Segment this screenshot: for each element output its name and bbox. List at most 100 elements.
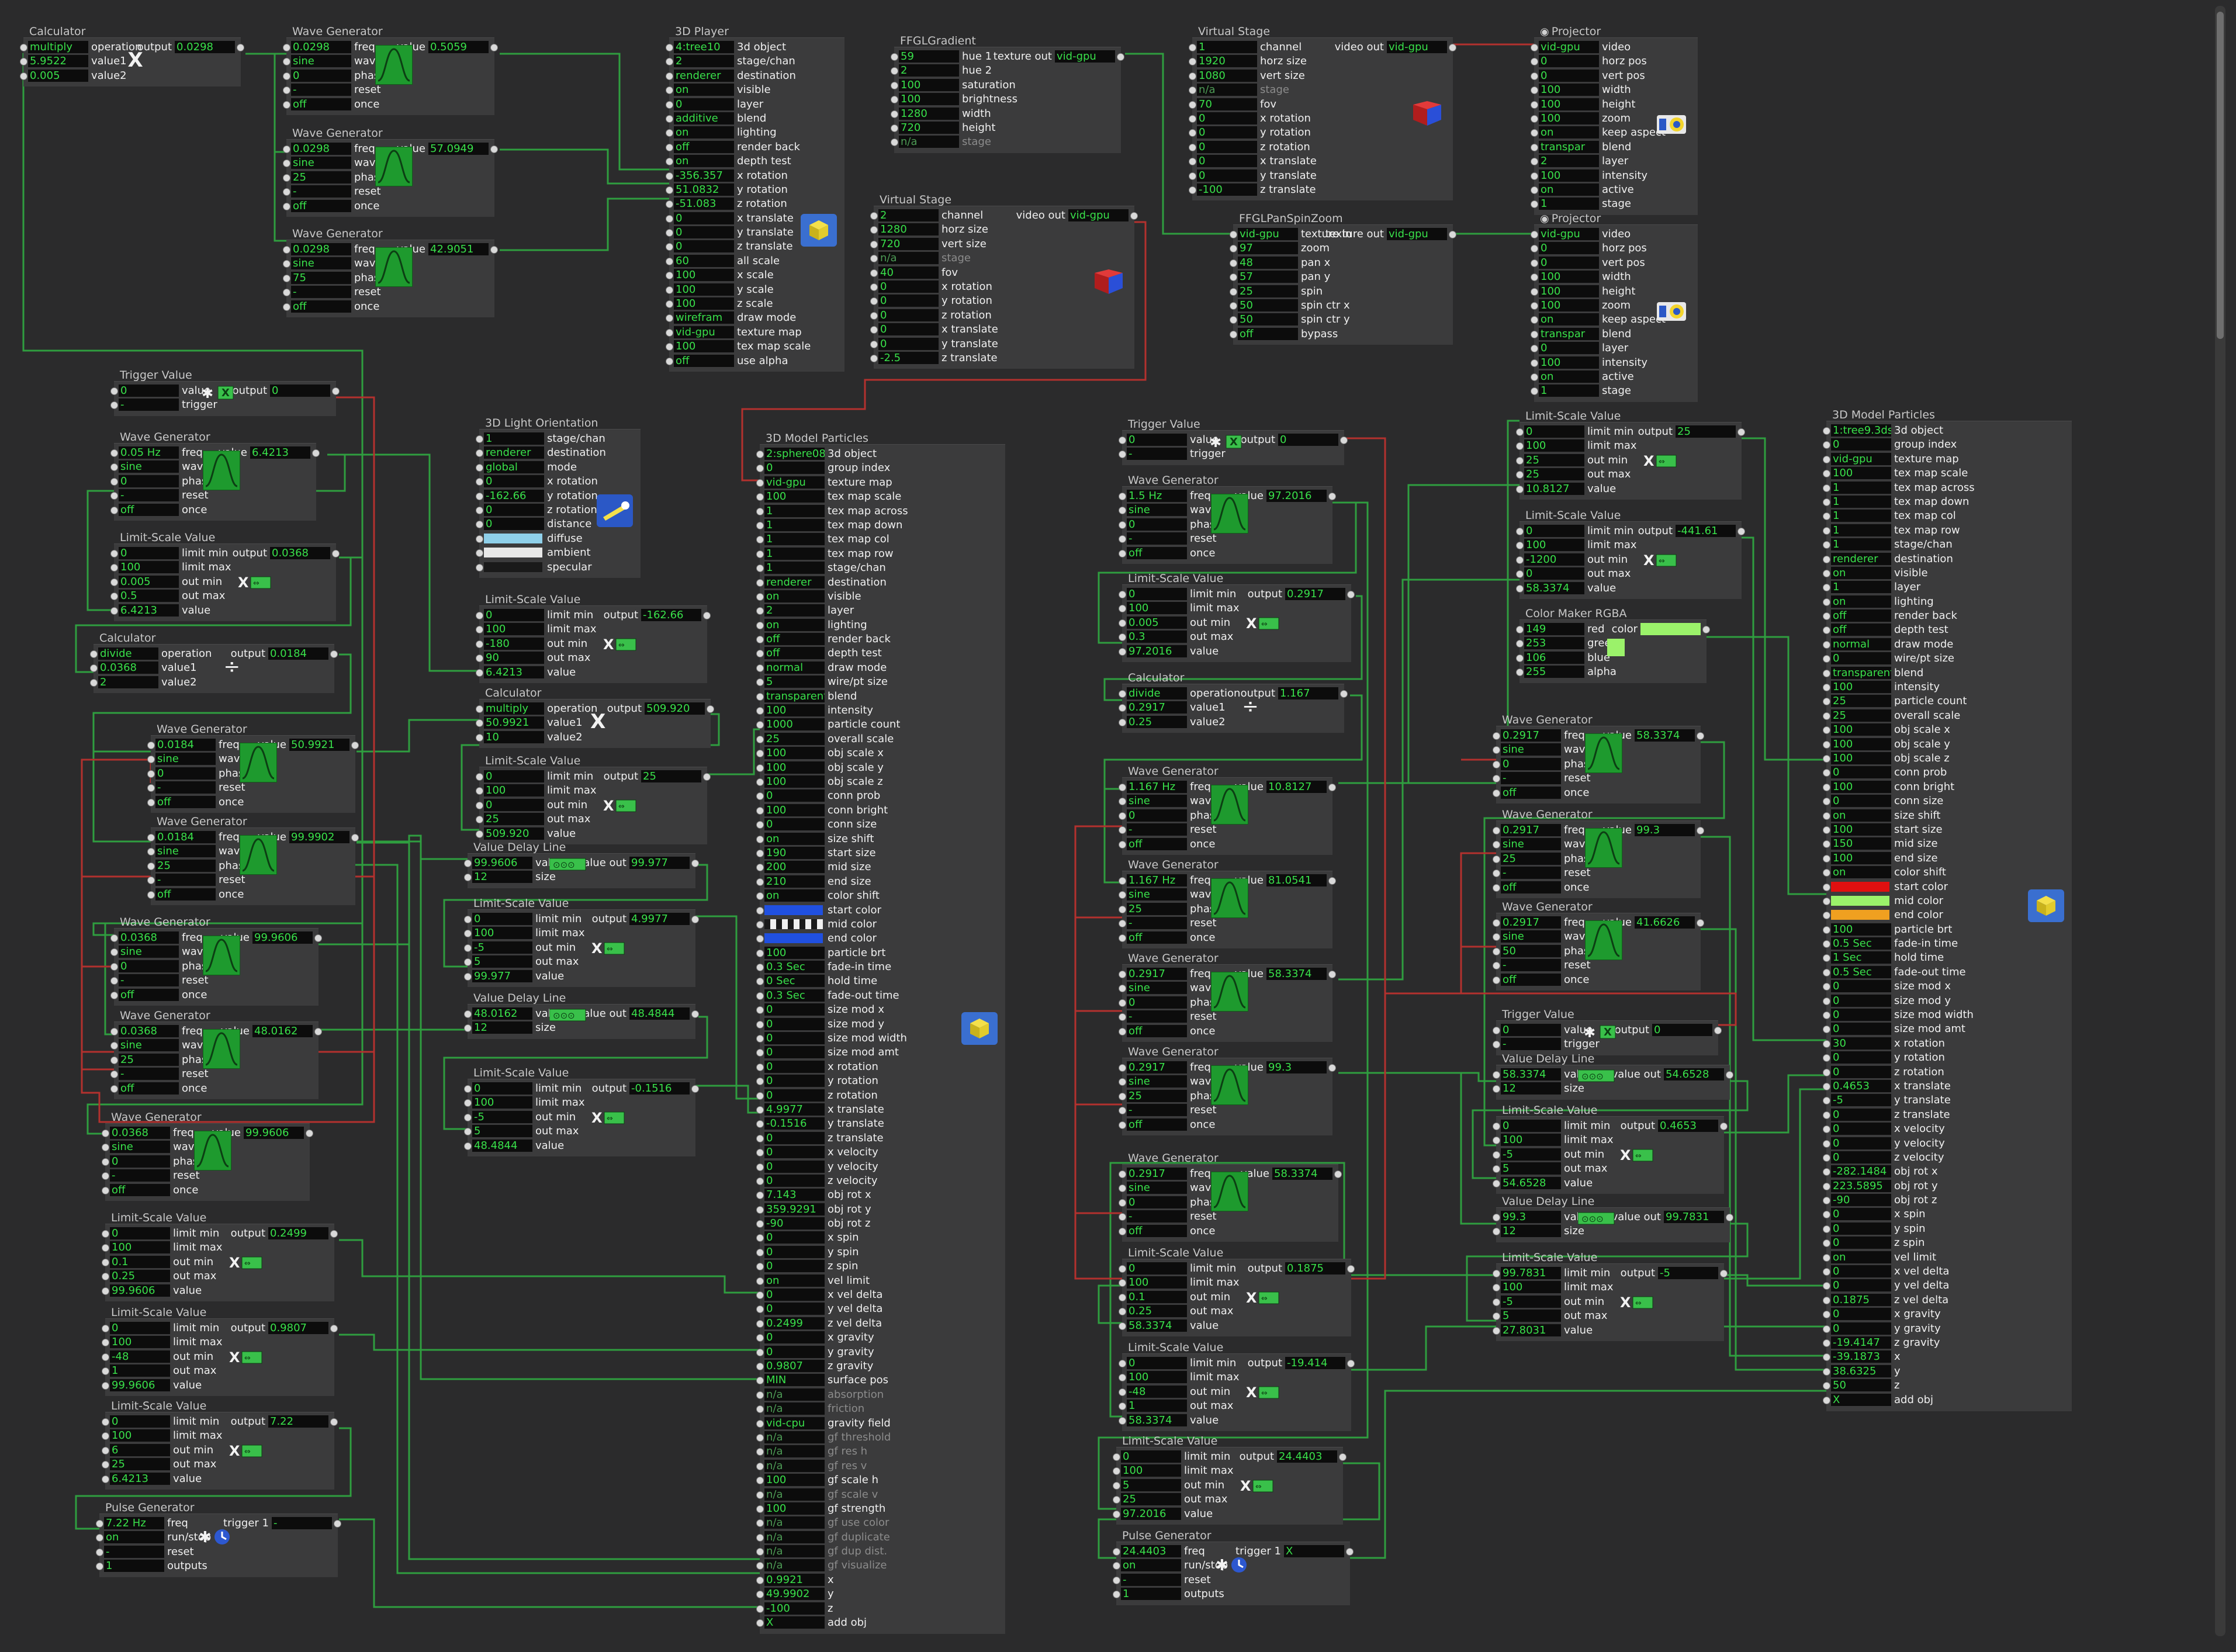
input-port[interactable]: [102, 1381, 109, 1390]
actor-ls16[interactable]: Limit-Scale Value 99.7831 limit min 100 limi…: [1493, 1251, 1728, 1341]
input-port[interactable]: [476, 563, 483, 572]
input-port[interactable]: [1823, 455, 1830, 463]
input-port[interactable]: [110, 564, 118, 572]
input-value[interactable]: 1: [484, 432, 544, 445]
input-port[interactable]: [283, 86, 290, 95]
input-value[interactable]: 25: [1127, 1089, 1187, 1102]
input-value[interactable]: 10.8127: [1524, 482, 1584, 495]
input-port[interactable]: [1189, 158, 1196, 166]
input-port[interactable]: [870, 297, 878, 306]
input-port[interactable]: [110, 1056, 118, 1064]
actor-title[interactable]: Limit-Scale Value: [485, 593, 580, 606]
output-port[interactable]: [1697, 827, 1704, 834]
actor-player3d[interactable]: 3D Player 4:tree10 3d object 2 stage/chan ren…: [666, 25, 844, 372]
input-value[interactable]: 54.6528: [1501, 1176, 1561, 1189]
input-port[interactable]: [147, 862, 155, 870]
input-port[interactable]: [1823, 983, 1830, 991]
actor-calc2[interactable]: Calculator divide operation 0.0368 value1 2 va…: [90, 632, 338, 693]
input-port[interactable]: [1119, 1078, 1126, 1086]
input-value[interactable]: 1 Sec: [1831, 951, 1891, 964]
input-value[interactable]: 12: [1501, 1082, 1561, 1095]
input-port[interactable]: [1531, 44, 1538, 51]
input-value[interactable]: off: [1127, 1024, 1187, 1037]
input-value[interactable]: 1000: [764, 718, 825, 731]
input-port[interactable]: [283, 260, 290, 268]
actor-trig3[interactable]: Trigger Value 0 value - trigger output 0 ✱ X: [1493, 1008, 1722, 1055]
input-value[interactable]: 100: [1127, 602, 1187, 615]
input-port[interactable]: [102, 1367, 109, 1376]
input-port[interactable]: [1493, 933, 1500, 941]
input-value[interactable]: 0: [764, 1032, 825, 1045]
output-port[interactable]: [351, 834, 359, 841]
input-port[interactable]: [1531, 158, 1538, 166]
input-value[interactable]: vid-gpu: [764, 476, 825, 489]
input-port[interactable]: [1493, 1041, 1500, 1049]
input-port[interactable]: [464, 1113, 472, 1121]
input-port[interactable]: [1823, 498, 1830, 506]
input-value[interactable]: off: [1501, 973, 1561, 986]
actor-vdl1[interactable]: Value Delay Line99.9606value12sizevalue …: [464, 841, 699, 888]
output-port[interactable]: [1726, 1071, 1733, 1079]
input-port[interactable]: [756, 1419, 764, 1428]
input-port[interactable]: [96, 1563, 103, 1571]
input-port[interactable]: [464, 972, 472, 981]
input-value[interactable]: 1: [1831, 581, 1891, 594]
actor-ls13[interactable]: Limit-Scale Value 0 limit min 100 limit max 2…: [1516, 410, 1745, 500]
input-value[interactable]: -1200: [1524, 553, 1584, 566]
patch-cord[interactable]: [327, 453, 479, 672]
input-value[interactable]: 100: [1831, 467, 1891, 480]
input-port[interactable]: [756, 507, 764, 515]
input-value[interactable]: 70: [1197, 98, 1257, 110]
input-value[interactable]: 99.977: [472, 969, 532, 982]
actor-vdl2[interactable]: Value Delay Line48.0162value12sizevalue …: [464, 992, 699, 1039]
input-value[interactable]: global: [484, 460, 544, 473]
input-value[interactable]: 1: [764, 518, 825, 531]
input-port[interactable]: [756, 1049, 764, 1057]
input-value[interactable]: 0.5 Sec: [1831, 937, 1891, 950]
input-port[interactable]: [476, 549, 483, 557]
input-value[interactable]: 0: [764, 1146, 825, 1159]
input-port[interactable]: [1119, 1279, 1126, 1287]
input-port[interactable]: [756, 1548, 764, 1556]
input-port[interactable]: [1516, 584, 1524, 593]
input-value[interactable]: n/a: [764, 1402, 825, 1415]
input-port[interactable]: [1823, 1268, 1830, 1276]
input-port[interactable]: [1119, 920, 1126, 928]
actor-title[interactable]: Wave Generator: [120, 1009, 210, 1022]
input-port[interactable]: [1119, 999, 1126, 1007]
input-port[interactable]: [147, 891, 155, 899]
input-value[interactable]: 12: [472, 871, 532, 884]
input-value[interactable]: 0: [484, 475, 544, 488]
patch-cord[interactable]: [339, 1518, 760, 1608]
input-port[interactable]: [1823, 1396, 1830, 1404]
input-port[interactable]: [666, 229, 673, 237]
input-port[interactable]: [102, 1353, 109, 1361]
input-port[interactable]: [1119, 1013, 1126, 1021]
input-port[interactable]: [1493, 1327, 1500, 1335]
input-port[interactable]: [1823, 798, 1830, 806]
input-value[interactable]: 255: [1524, 666, 1584, 678]
input-port[interactable]: [756, 1305, 764, 1314]
input-value[interactable]: 50.9921: [484, 716, 544, 729]
input-value[interactable]: 5: [472, 1125, 532, 1138]
input-value[interactable]: on: [764, 832, 825, 845]
input-value[interactable]: 100: [1539, 98, 1599, 110]
input-value[interactable]: 100: [899, 78, 959, 91]
input-port[interactable]: [110, 401, 118, 410]
actor-title[interactable]: 3D Model Particles: [766, 432, 868, 445]
input-port[interactable]: [1823, 626, 1830, 635]
input-value[interactable]: 0: [1197, 169, 1257, 182]
input-value[interactable]: 50: [1501, 944, 1561, 957]
input-value[interactable]: wirefram: [674, 311, 734, 324]
input-port[interactable]: [1119, 1199, 1126, 1207]
input-port[interactable]: [870, 240, 878, 248]
input-port[interactable]: [756, 978, 764, 986]
input-port[interactable]: [1230, 330, 1237, 338]
input-value[interactable]: 0: [764, 818, 825, 831]
input-value[interactable]: 25: [291, 171, 351, 183]
input-port[interactable]: [756, 1405, 764, 1414]
patch-cord[interactable]: [339, 1334, 760, 1351]
input-port[interactable]: [102, 1258, 109, 1266]
input-port[interactable]: [1823, 1168, 1830, 1176]
actor-title[interactable]: Wave Generator: [1128, 765, 1219, 778]
